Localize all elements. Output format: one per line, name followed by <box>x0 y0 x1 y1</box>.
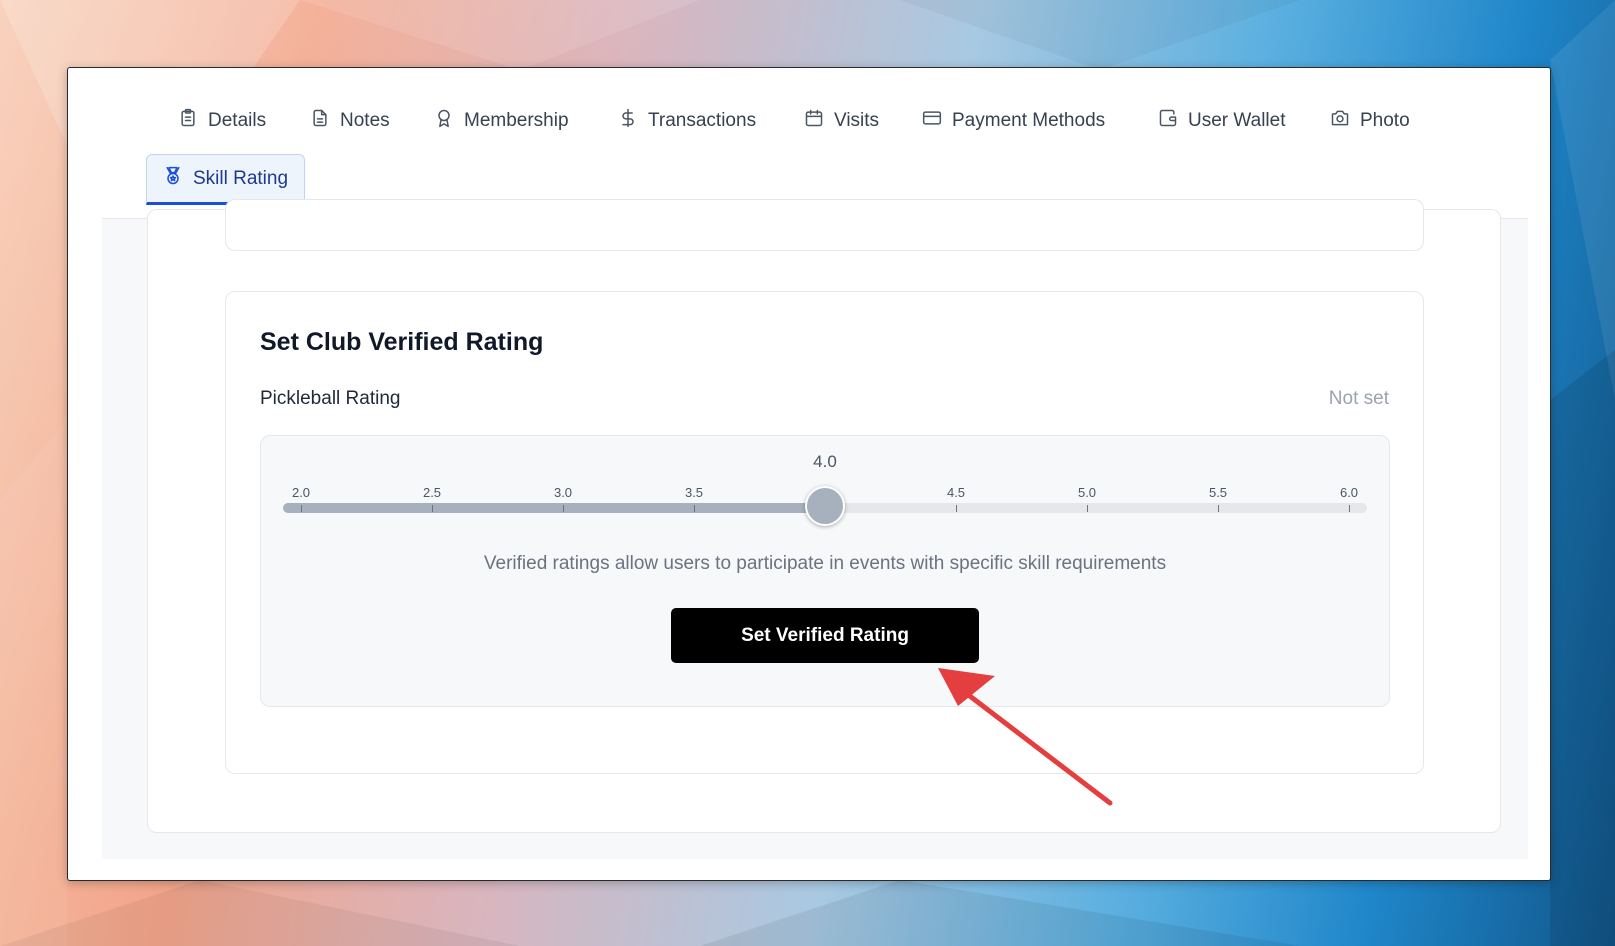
tab-payment-methods[interactable]: Payment Methods <box>906 100 1121 142</box>
slider-tick-label: 3.0 <box>553 485 573 500</box>
slider-fill <box>283 503 825 513</box>
status-text: Not set <box>1328 388 1389 409</box>
slider-tick-mark <box>1218 505 1219 512</box>
tab-label: Transactions <box>648 110 757 131</box>
tab-transactions[interactable]: Transactions <box>602 100 772 142</box>
tab-label: Membership <box>464 110 569 131</box>
set-verified-rating-button[interactable]: Set Verified Rating <box>671 608 979 663</box>
tab-label: Notes <box>340 110 390 131</box>
dollar-icon <box>618 108 638 134</box>
previous-section-card <box>225 199 1424 251</box>
slider-tick-label: 4.5 <box>946 485 966 500</box>
slider-tick-label: 2.0 <box>291 485 311 500</box>
tab-details[interactable]: Details <box>162 100 282 142</box>
field-label: Pickleball Rating <box>260 388 401 409</box>
slider-panel: 4.0 2.0 2.5 3.0 3.5 4.5 5.0 5.5 6.0 Verified ra… <box>260 435 1390 707</box>
slider-thumb[interactable] <box>805 486 845 526</box>
clipboard-icon <box>178 108 198 134</box>
slider-tick-mark <box>1349 505 1350 512</box>
tab-label: Visits <box>834 110 880 131</box>
slider-tick-mark <box>956 505 957 512</box>
slider-tick-mark <box>1087 505 1088 512</box>
slider-tick-mark <box>432 505 433 512</box>
tab-label: Payment Methods <box>952 110 1106 131</box>
card-title: Set Club Verified Rating <box>260 328 544 356</box>
help-text: Verified ratings allow users to particip… <box>483 553 1167 574</box>
tab-skill-rating[interactable]: Skill Rating <box>146 154 306 205</box>
slider-value: 4.0 <box>813 452 837 471</box>
tab-photo[interactable]: Photo <box>1314 100 1426 142</box>
medal-icon <box>163 166 183 192</box>
tab-membership[interactable]: Membership <box>418 100 585 142</box>
tab-label: Photo <box>1360 110 1410 131</box>
rating-slider[interactable]: 4.0 2.0 2.5 3.0 3.5 4.5 5.0 5.5 6.0 <box>283 452 1367 532</box>
verified-rating-card: Set Club Verified Rating Pickleball Rati… <box>225 291 1424 774</box>
slider-tick-mark <box>563 505 564 512</box>
document-icon <box>310 108 330 134</box>
tab-visits[interactable]: Visits <box>788 100 895 142</box>
slider-tick-mark <box>301 505 302 512</box>
tab-notes[interactable]: Notes <box>294 100 406 142</box>
slider-tick-label: 2.5 <box>422 485 442 500</box>
slider-tick-label: 5.0 <box>1077 485 1097 500</box>
calendar-icon <box>804 108 824 134</box>
slider-tick-label: 6.0 <box>1339 485 1359 500</box>
wallet-icon <box>1158 108 1178 134</box>
tab-bar: Details Notes Membership Transactions Vi… <box>102 68 1528 219</box>
tab-user-wallet[interactable]: User Wallet <box>1142 100 1301 142</box>
tab-label: Details <box>208 110 267 131</box>
tab-label: User Wallet <box>1188 110 1286 131</box>
tab-label: Skill Rating <box>193 167 289 189</box>
slider-tick-label: 5.5 <box>1208 485 1228 500</box>
slider-tick-label: 3.5 <box>684 485 704 500</box>
main-content: Set Club Verified Rating Pickleball Rati… <box>102 199 1528 859</box>
award-icon <box>434 108 454 134</box>
slider-tick-mark <box>694 505 695 512</box>
credit-card-icon <box>922 108 942 134</box>
camera-icon <box>1330 108 1350 134</box>
app-window: Details Notes Membership Transactions Vi… <box>67 67 1551 881</box>
